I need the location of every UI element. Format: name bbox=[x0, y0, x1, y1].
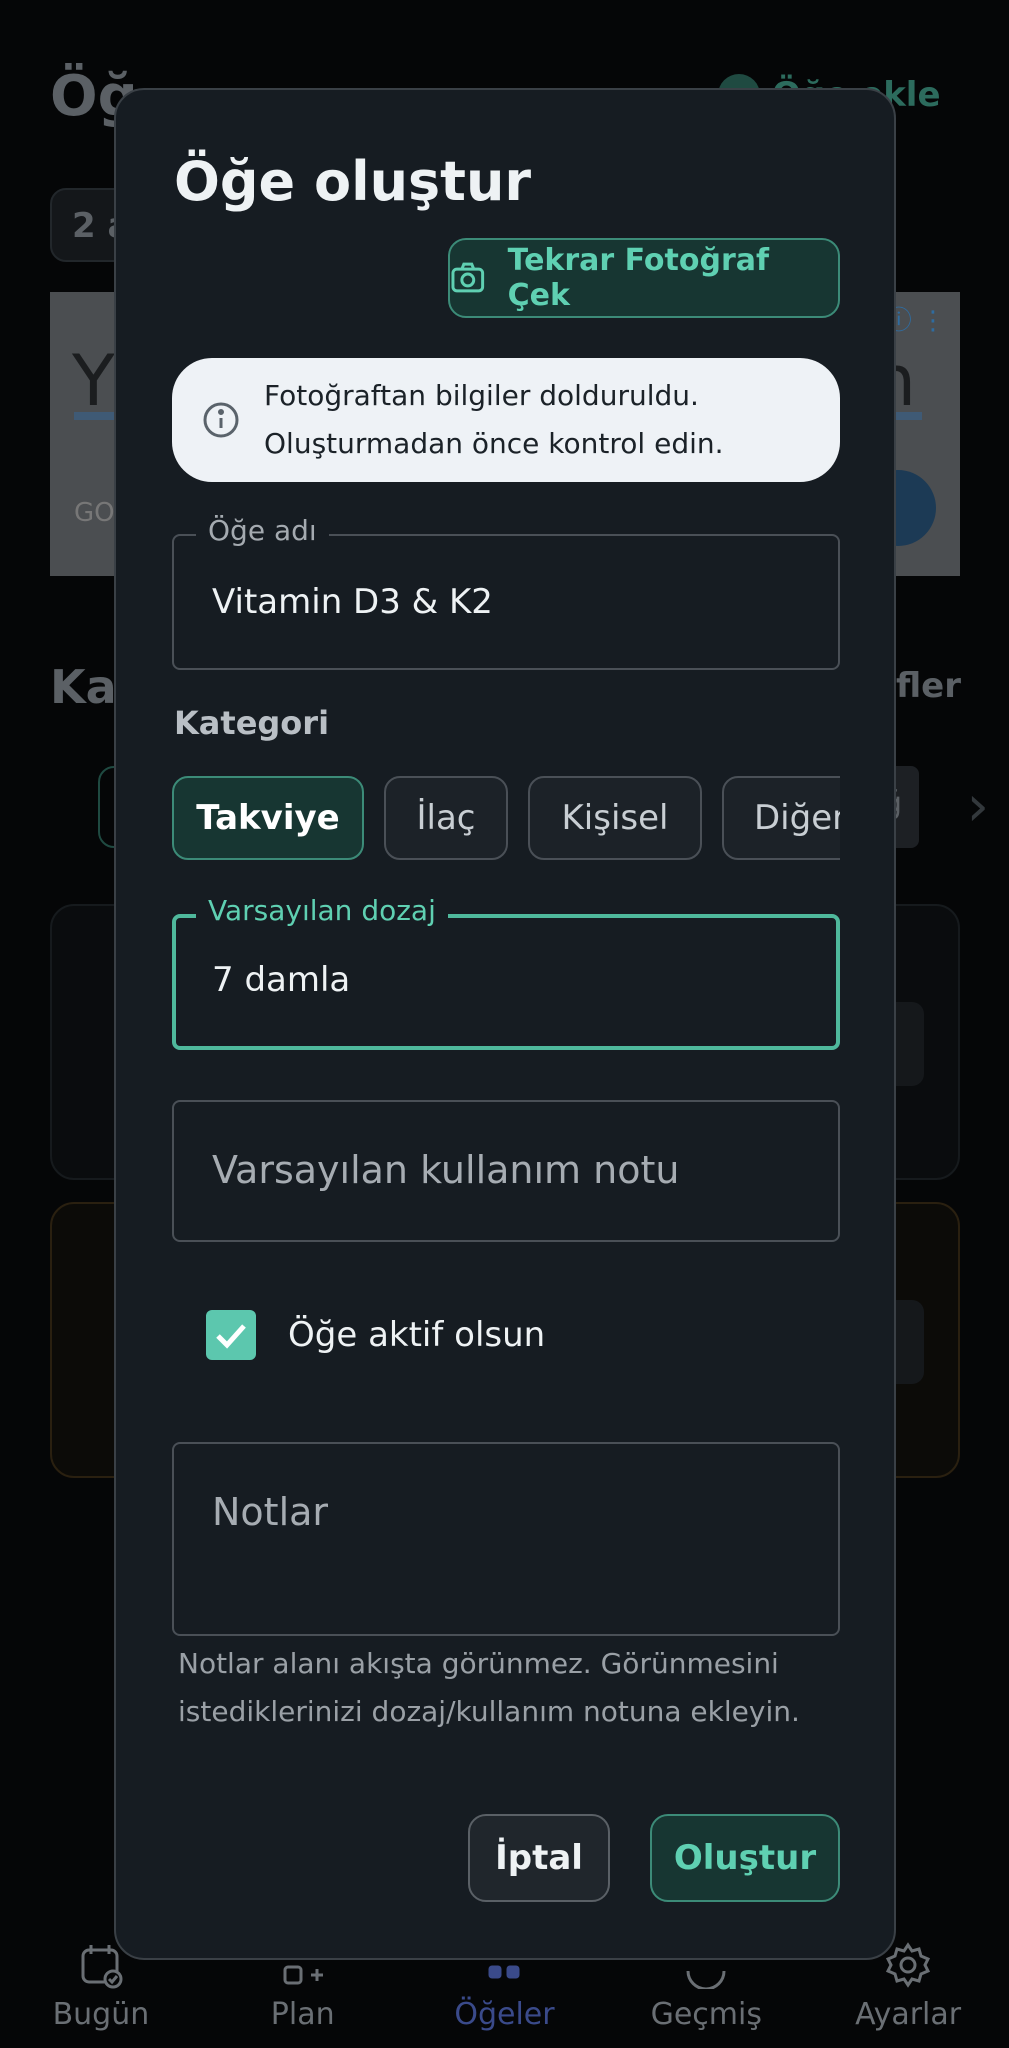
item-name-field[interactable]: Öğe adı Vitamin D3 & K2 bbox=[172, 514, 840, 670]
check-icon bbox=[216, 1324, 246, 1349]
notice-line-2: Oluşturmadan önce kontrol edin. bbox=[264, 427, 724, 460]
chevron-right-icon[interactable]: › bbox=[967, 774, 989, 839]
info-icon bbox=[203, 402, 239, 438]
helper-line-2: istediklerinizi dozaj/kullanım notuna ek… bbox=[178, 1695, 800, 1728]
notes-field[interactable]: Notlar bbox=[172, 1442, 840, 1636]
camera-icon bbox=[451, 262, 485, 293]
usage-note-field[interactable]: Varsayılan kullanım notu bbox=[172, 1100, 840, 1242]
dosage-value[interactable]: 7 damla bbox=[212, 960, 350, 1000]
active-checkbox[interactable] bbox=[206, 1310, 256, 1360]
nav-label: Bugün bbox=[52, 1997, 150, 2032]
active-checkbox-row[interactable]: Öğe aktif olsun bbox=[206, 1310, 545, 1360]
create-item-dialog: Öğe oluştur Tekrar Fotoğraf Çek Fotoğraf… bbox=[114, 88, 896, 1960]
dialog-title: Öğe oluştur bbox=[174, 150, 532, 213]
nav-label: Plan bbox=[270, 1997, 335, 2032]
category-chip-supplement[interactable]: Takviye bbox=[172, 776, 364, 860]
nav-label: Öğeler bbox=[454, 1997, 555, 2032]
item-name-value[interactable]: Vitamin D3 & K2 bbox=[212, 582, 493, 622]
autofill-notice: Fotoğraftan bilgiler dolduruldu. Oluştur… bbox=[172, 358, 840, 482]
ad-footer: GO bbox=[74, 498, 115, 528]
ad-text-left: Y bbox=[72, 340, 115, 422]
calendar-check-icon bbox=[81, 1945, 123, 1989]
usage-note-placeholder: Varsayılan kullanım notu bbox=[212, 1148, 680, 1192]
notes-placeholder: Notlar bbox=[212, 1490, 329, 1534]
gear-icon bbox=[886, 1942, 931, 1988]
category-chip-other[interactable]: Diğer bbox=[722, 776, 840, 860]
category-chip-personal[interactable]: Kişisel bbox=[528, 776, 702, 860]
retake-photo-button[interactable]: Tekrar Fotoğraf Çek bbox=[448, 238, 840, 318]
nav-label: Ayarlar bbox=[855, 1997, 962, 2032]
create-button[interactable]: Oluştur bbox=[650, 1814, 840, 1902]
cancel-button[interactable]: İptal bbox=[468, 1814, 610, 1902]
category-label: Kategori bbox=[174, 704, 330, 742]
dosage-field[interactable]: Varsayılan dozaj 7 damla bbox=[172, 894, 840, 1050]
notes-helper-text: Notlar alanı akışta görünmez. Görünmesin… bbox=[178, 1640, 818, 1736]
notice-line-1: Fotoğraftan bilgiler dolduruldu. bbox=[264, 379, 699, 412]
item-name-label: Öğe adı bbox=[196, 514, 329, 547]
dosage-label: Varsayılan dozaj bbox=[196, 894, 448, 927]
category-chip-medicine[interactable]: İlaç bbox=[384, 776, 508, 860]
category-chips: Takviye İlaç Kişisel Diğer bbox=[172, 776, 840, 860]
helper-line-1: Notlar alanı akışta görünmez. Görünmesin… bbox=[178, 1647, 779, 1680]
active-checkbox-label: Öğe aktif olsun bbox=[288, 1315, 546, 1355]
nav-label: Geçmiş bbox=[650, 1997, 762, 2032]
retake-photo-label: Tekrar Fotoğraf Çek bbox=[507, 243, 770, 313]
section-title: Ka bbox=[50, 660, 117, 714]
